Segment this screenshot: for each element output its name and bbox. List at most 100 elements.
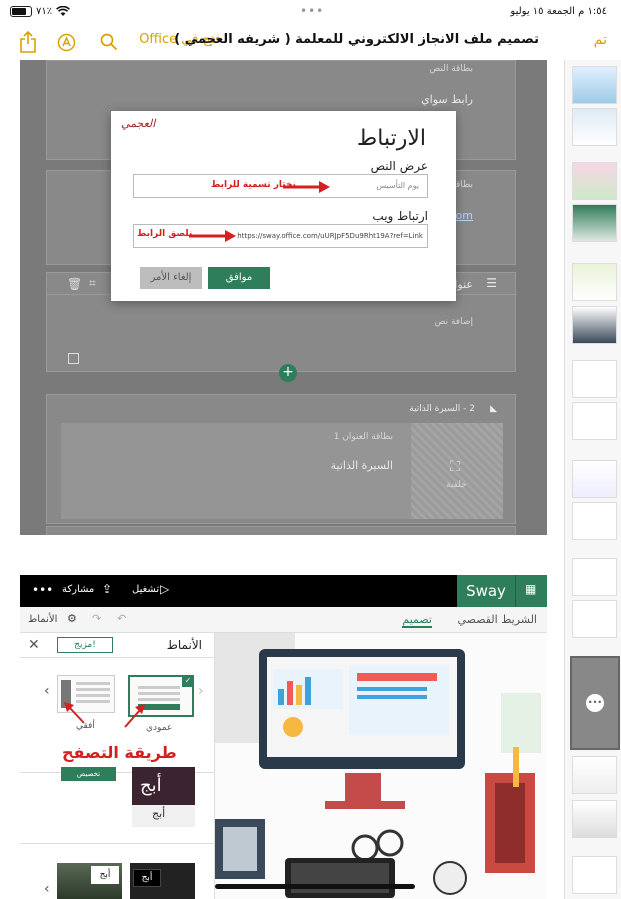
image-icon: ⛶: [450, 459, 460, 475]
home-indicator[interactable]: [215, 884, 415, 889]
add-card-button[interactable]: +: [279, 364, 297, 382]
heading-card-label: بطاقة العنوان 1: [333, 432, 393, 442]
sway-brand: Sway: [457, 575, 515, 607]
divider: [20, 657, 215, 658]
tab-design[interactable]: تصميم: [402, 613, 432, 628]
thumbnail-page-10[interactable]: [572, 502, 617, 540]
next-card: [46, 526, 516, 535]
chevron-left-icon[interactable]: ‹: [44, 881, 50, 897]
display-text-value: يوم التأسيس: [376, 181, 419, 190]
multitask-dots[interactable]: •••: [300, 4, 324, 18]
thumbnail-page-4[interactable]: [572, 204, 617, 242]
done-button[interactable]: تم: [594, 32, 607, 48]
add-text-placeholder[interactable]: إضافة نص: [435, 317, 473, 327]
red-arrow-right-icon: [283, 181, 330, 193]
palette-icon: ⚙: [67, 612, 77, 625]
text-card-label: بطاقة النص: [429, 64, 473, 74]
link-dialog: العجمي الارتباط عرض النص يوم التأسيس نخت…: [111, 111, 456, 301]
thumbnail-page-2[interactable]: [572, 108, 617, 146]
status-bar: ١:٥٤ م الجمعة ١٥ يوليو ••• ٧١٪: [0, 0, 621, 24]
heading-icon: ☰: [486, 276, 497, 290]
web-link-value: https://sway.office.com/uURJpF5Du9Rht19A…: [237, 232, 423, 240]
ok-button[interactable]: موافق: [208, 267, 270, 289]
trash-icon[interactable]: 🗑: [67, 277, 82, 291]
style-sample-text: أبج: [133, 869, 161, 887]
thumbnail-page-9[interactable]: [572, 460, 617, 498]
play-button[interactable]: تشغيل: [132, 584, 159, 595]
cancel-button[interactable]: إلغاء الأمر: [140, 267, 202, 289]
style-preview-black[interactable]: أبج: [130, 863, 195, 899]
redo-icon[interactable]: ↷: [92, 612, 101, 625]
thumbnail-page-7[interactable]: [572, 360, 617, 398]
thumbnail-page-12[interactable]: [572, 600, 617, 638]
collapse-icon[interactable]: ◣: [490, 404, 497, 414]
focus-icon[interactable]: ⌗: [89, 276, 96, 291]
thumbnail-page-15[interactable]: [572, 800, 617, 838]
undo-icon[interactable]: ↶: [117, 612, 126, 625]
tab-storyline[interactable]: الشريط القصصي: [457, 613, 537, 626]
thumbnail-page-3[interactable]: [572, 162, 617, 200]
wifi-icon: [56, 6, 71, 16]
more-menu[interactable]: •••: [32, 583, 53, 597]
style-sample-text: أبج: [152, 807, 166, 820]
display-text-label: عرض النص: [370, 159, 428, 173]
style-sample-text: أبج: [140, 775, 162, 796]
red-arrow-up-icon: [124, 704, 145, 728]
page-thumbnails: •••: [564, 60, 621, 899]
annotation-paste-link: نلصق الرابط: [137, 229, 193, 239]
signature-logo: العجمي: [121, 117, 156, 130]
section-title: 2 - السيرة الذاتية: [409, 404, 475, 414]
cv-card[interactable]: بطاقة العنوان 1 السيرة الذاتية ⛶ خلفية: [61, 423, 503, 519]
vertical-label: عمودي: [146, 723, 173, 733]
battery-icon: [10, 6, 32, 17]
red-arrow-up-icon: [64, 702, 85, 724]
thumbnail-current-page[interactable]: •••: [570, 656, 620, 750]
dialog-title: الارتباط: [356, 126, 426, 151]
chevron-left-icon[interactable]: ‹: [44, 683, 50, 699]
chevron-right-icon[interactable]: ›: [198, 683, 204, 699]
thumbnail-page-6[interactable]: [572, 306, 617, 344]
link-text[interactable]: رابط سواي: [421, 93, 473, 106]
web-link-label: ارتباط ويب: [372, 209, 428, 223]
style-preview-dark[interactable]: أبج أبج: [132, 767, 195, 827]
remix-button[interactable]: مزيج!: [57, 637, 113, 653]
customize-button[interactable]: تخصيص: [61, 767, 116, 781]
sway-tabs: الأنماط ⚙ ↷ ↶ تصميم الشريط القصصي: [20, 607, 547, 633]
app-launcher-icon[interactable]: ▦: [515, 575, 547, 607]
play-icon: ▷: [160, 582, 170, 596]
markup-icon[interactable]: [57, 33, 76, 52]
thumbnail-page-14[interactable]: [572, 756, 617, 794]
checkmark-icon: ✓: [182, 675, 194, 687]
battery-indicator: ٧١٪: [10, 6, 71, 17]
sway-editor: ••• مشاركة ⇪ تشغيل ▷ Sway ▦ الأنماط ⚙ ↷ …: [20, 575, 547, 899]
document-toolbar: فتح في Office تصميم ملف الانجاز الالكترو…: [0, 24, 621, 60]
panel-title: الأنماط: [166, 638, 202, 652]
thumbnail-page-11[interactable]: [572, 558, 617, 596]
share-icon[interactable]: [19, 31, 37, 53]
thumbnail-page-8[interactable]: [572, 402, 617, 440]
close-icon[interactable]: ✕: [28, 637, 40, 653]
thumbnail-page-16[interactable]: [572, 856, 617, 894]
share-icon: ⇪: [102, 582, 113, 596]
search-icon[interactable]: [100, 33, 118, 51]
divider: [20, 843, 215, 844]
workspace-illustration: [215, 633, 547, 899]
battery-percent: ٧١٪: [36, 6, 53, 17]
annotation-nav-method: طريقة التصفح: [62, 743, 177, 762]
cv-text: السيرة الذاتية: [330, 459, 393, 472]
style-sample-text: أبج: [91, 866, 119, 884]
sway-top-bar: ••• مشاركة ⇪ تشغيل ▷ Sway ▦: [20, 575, 547, 607]
styles-button[interactable]: الأنماط: [28, 614, 57, 625]
background-placeholder[interactable]: ⛶ خلفية: [411, 423, 503, 519]
thumbnail-page-1[interactable]: [572, 66, 617, 104]
document-title: تصميم ملف الانجاز الالكتروني للمعلمة ( ش…: [174, 32, 539, 47]
thumbnail-page-5[interactable]: [572, 263, 617, 301]
style-preview-landscape[interactable]: أبج: [57, 863, 122, 899]
more-icon[interactable]: •••: [586, 694, 604, 712]
section-cv[interactable]: 2 - السيرة الذاتية ◣ بطاقة العنوان 1 الس…: [46, 394, 516, 524]
status-time: ١:٥٤ م الجمعة ١٥ يوليو: [510, 6, 607, 17]
checkbox[interactable]: [68, 353, 79, 364]
design-preview-canvas: [215, 633, 547, 899]
styles-panel: ✕ مزيج! الأنماط ‹ › ✓ أفقي عمودي طريقة ا…: [20, 633, 215, 899]
share-button[interactable]: مشاركة: [62, 584, 94, 595]
